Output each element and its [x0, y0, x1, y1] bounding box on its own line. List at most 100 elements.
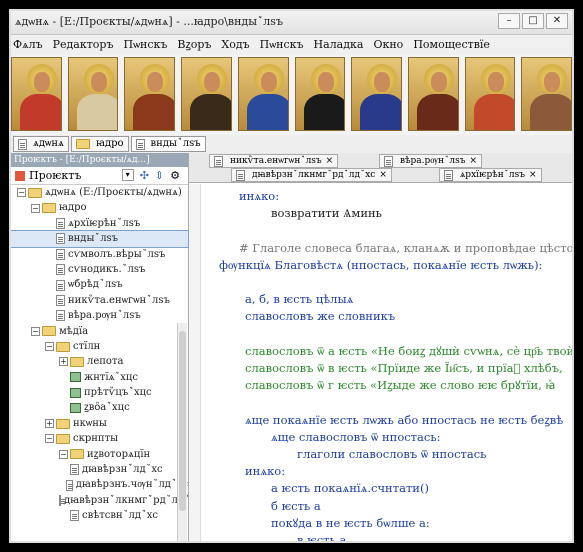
tree-item-label: ѡбрѣдꙿлѕъ — [68, 279, 123, 291]
collapse-icon[interactable]: − — [59, 449, 68, 459]
menu-item[interactable]: Окно — [373, 35, 403, 55]
icon-image[interactable] — [124, 57, 176, 131]
editor-tab-label: дꙗвѣрзнꙿлкнмгꙿрдꙿлдꙿхс — [252, 170, 376, 180]
tree-item[interactable]: ѧрхїѥрѣнꙿлѕъ — [11, 216, 188, 231]
close-icon[interactable]: × — [326, 155, 334, 167]
ide-window: ѧдѡнѧ - [Е:/Проєкты/ѧдѡнѧ] - ...ꙗдро\внд… — [9, 9, 574, 543]
face-icon — [204, 72, 221, 92]
menu-item[interactable]: Помоществїе — [413, 35, 490, 55]
tree-item-label: лепота — [87, 356, 124, 368]
tree-scrollbar[interactable] — [177, 323, 187, 541]
scroll-from-source-icon[interactable]: ⇕ — [155, 169, 164, 182]
folder-icon — [28, 187, 42, 198]
close-icon[interactable]: × — [529, 169, 537, 181]
face-icon — [260, 72, 277, 92]
scroll-thumb[interactable] — [179, 331, 186, 511]
tree-item[interactable]: никѷта.енѡгѡнꙿлѕъ — [11, 293, 188, 308]
face-icon — [34, 72, 50, 92]
tree-item[interactable]: + лепота — [11, 354, 188, 369]
tree-item[interactable]: свѣтсвнꙿлдꙿхс — [11, 508, 188, 523]
tree-item[interactable]: ꙁвоⷩаꙿхцс — [11, 400, 188, 415]
tree-item[interactable]: − мѣдїа — [11, 324, 188, 339]
robe-icon — [530, 94, 572, 130]
folder-icon — [42, 326, 56, 337]
dropdown-icon[interactable]: ▾ — [121, 169, 134, 181]
collapse-icon[interactable]: − — [45, 434, 54, 444]
tree-item[interactable]: + нкѡны — [11, 416, 188, 431]
file-icon — [70, 510, 79, 522]
icon-image[interactable] — [294, 57, 346, 131]
tree-item-label: ꙁвоⷩаꙿхцс — [84, 402, 130, 414]
breadcrumb-item[interactable]: ꙗдро — [70, 136, 129, 152]
tree-item[interactable]: сѵнодикъ.ꙿлѕъ — [11, 262, 188, 277]
tree-item[interactable]: дꙗвѣрзнꙿлкнмгꙿрдꙿлдꙿхс — [11, 493, 201, 508]
menu-item[interactable]: Ходъ — [221, 35, 249, 55]
tree-item[interactable]: прѣтѷцъꙿхцс — [11, 385, 188, 400]
tree-item[interactable]: дꙗвѣрзнъ.чѹнꙿлдꙿхс — [11, 477, 188, 492]
gear-icon[interactable]: ⚙ — [170, 169, 180, 182]
icon-image[interactable] — [521, 57, 572, 131]
tree-item[interactable]: − ꙗдро — [11, 200, 188, 215]
collapse-icon[interactable]: − — [31, 203, 40, 213]
tree-item[interactable]: сѵмволъ.вѣрыꙿлѕъ — [11, 247, 188, 262]
collapse-icon[interactable]: ✣ — [140, 169, 149, 182]
menu-item[interactable]: Редакторъ — [53, 35, 114, 55]
tree-item[interactable]: вндыꙿлѕъ — [11, 230, 189, 248]
project-label: Проѥктъ — [29, 169, 82, 182]
tree-item[interactable]: − ѧдѡнѧ (Е:/Проєкты/ѧдѡнѧ) — [11, 185, 188, 200]
tree-item[interactable]: − скрнпты — [11, 431, 188, 446]
code-area[interactable]: инѧко: возвратити Ѧминь # Глаголе словеса … — [189, 184, 572, 541]
collapse-icon[interactable]: − — [31, 326, 40, 336]
icon-image[interactable] — [181, 57, 232, 131]
code-line: глаголи славословъ ѿ нпостась — [297, 447, 487, 461]
image-file-icon — [70, 387, 81, 398]
robe-icon — [133, 94, 175, 130]
tree-item[interactable]: ѡбрѣдꙿлѕъ — [11, 277, 188, 292]
menu-item[interactable]: Пѡнскъ — [123, 35, 167, 55]
menu-item[interactable]: Вꙁоръ — [177, 35, 211, 55]
icon-image[interactable] — [67, 57, 119, 131]
code-line: инѧко: — [239, 189, 280, 203]
collapse-icon[interactable]: − — [17, 188, 26, 198]
menu-item[interactable]: Фѧлъ — [13, 35, 43, 55]
expand-icon[interactable]: + — [59, 357, 68, 367]
breadcrumb-label: вндыꙿлѕъ — [150, 138, 201, 149]
close-icon[interactable]: × — [379, 169, 387, 181]
tree-item-label: вндыꙿлѕъ — [68, 233, 119, 245]
icon-image[interactable] — [351, 57, 402, 131]
editor-tab[interactable]: никѷта.енѡгѡнꙿлѕъ × — [209, 154, 339, 168]
tree-item[interactable]: дꙗвѣрзнꙿлдꙿхс — [11, 462, 188, 477]
minimize-button[interactable]: – — [498, 13, 520, 29]
breadcrumb: ѧдѡнѧ ꙗдро вндыꙿлѕъ — [11, 135, 572, 153]
breadcrumb-item[interactable]: ѧдѡнѧ — [13, 136, 69, 152]
code-line: славословъ ѿ г ѥсть «Иꙁыде же слово ѥѥ б… — [245, 378, 556, 393]
tree-item[interactable]: жнтїѧꙿхцс — [11, 370, 188, 385]
close-button[interactable]: ✕ — [546, 13, 568, 29]
tree-item[interactable]: − стїлн — [11, 339, 188, 354]
icon-image[interactable] — [11, 57, 62, 131]
menu-item[interactable]: Пѡнскъ — [260, 35, 304, 55]
menu-item[interactable]: Наладка — [314, 35, 364, 55]
code-line: в ѥсть а — [297, 533, 347, 543]
expand-icon[interactable]: + — [45, 419, 54, 429]
tree-item-label: ѧдѡнѧ (Е:/Проєкты/ѧдѡнѧ) — [45, 187, 182, 198]
editor-tab[interactable]: ѧрхїѥрѣнꙿлѕъ × — [439, 168, 542, 182]
close-icon[interactable]: × — [469, 155, 477, 167]
code-line: ѧще покаѧнїе ѥсть лѡжь або нпостась не ѥ… — [245, 412, 564, 427]
code-line: возвратити Ѧминь — [271, 206, 382, 221]
icon-image[interactable] — [464, 57, 516, 131]
editor-tab[interactable]: вѣра.рѹнꙿлѕъ × — [379, 154, 482, 168]
breadcrumb-item[interactable]: вндыꙿлѕъ — [130, 136, 206, 152]
icon-image[interactable] — [407, 57, 459, 131]
window-controls: – □ ✕ — [498, 13, 568, 29]
breadcrumb-label: ѧдѡнѧ — [33, 138, 64, 149]
project-panel-header: Проѥктъ - [Е:/Проєкты/ѧд...] — [11, 153, 188, 167]
tree-item[interactable]: − иꙁвоторѧцїн — [11, 447, 188, 462]
maximize-button[interactable]: □ — [522, 13, 544, 29]
collapse-icon[interactable]: − — [45, 342, 54, 352]
tree-item-label: никѷта.енѡгѡнꙿлѕъ — [68, 294, 170, 306]
editor-tab[interactable]: дꙗвѣрзнꙿлкнмгꙿрдꙿлдꙿхс × — [231, 168, 392, 182]
icon-image[interactable] — [237, 57, 289, 131]
tree-item[interactable]: вѣра.рѹнꙿлѕъ — [11, 308, 188, 323]
robe-icon — [473, 94, 515, 130]
